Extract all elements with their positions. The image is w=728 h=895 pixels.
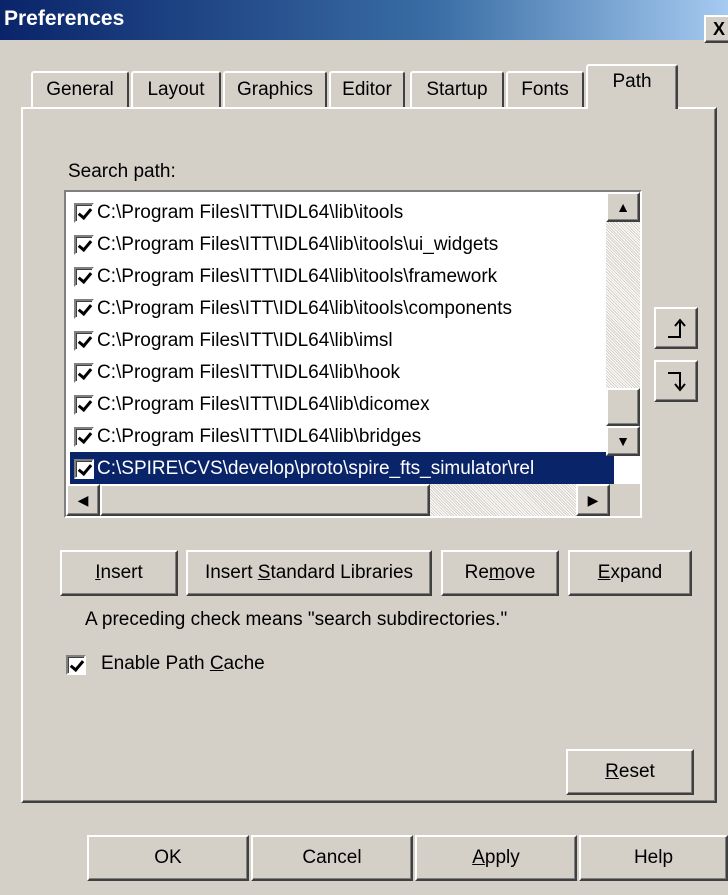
subdir-checkbox[interactable] — [74, 458, 94, 479]
path-list-item[interactable]: C:\Program Files\ITT\IDL64\lib\itools — [74, 196, 614, 229]
path-text: C:\Program Files\ITT\IDL64\lib\itools\ui… — [97, 233, 499, 255]
triangle-right-icon: ▶ — [587, 492, 599, 508]
button-label: Help — [633, 847, 674, 868]
subdir-checkbox[interactable] — [74, 394, 94, 415]
subdir-checkbox[interactable] — [74, 266, 94, 287]
close-button[interactable]: X — [704, 15, 728, 43]
subdir-checkbox[interactable] — [74, 298, 94, 319]
button-label: Expand — [597, 562, 663, 583]
tab-graphics[interactable]: Graphics — [223, 71, 327, 107]
tab-label: Editor — [342, 79, 392, 100]
path-text: C:\Program Files\ITT\IDL64\lib\hook — [97, 361, 401, 383]
apply-button[interactable]: Apply — [415, 835, 577, 881]
path-text: C:\Program Files\ITT\IDL64\lib\imsl — [97, 329, 393, 351]
tab-label: Layout — [147, 79, 205, 100]
tab-startup[interactable]: Startup — [410, 71, 504, 107]
scroll-up-button[interactable]: ▲ — [606, 192, 640, 222]
scrollbar-corner — [610, 484, 640, 516]
button-label: Insert — [95, 562, 143, 583]
tab-editor[interactable]: Editor — [329, 71, 405, 107]
insert-standard-libraries-button[interactable]: Insert Standard Libraries — [186, 550, 432, 596]
path-list-item[interactable]: C:\Program Files\ITT\IDL64\lib\imsl — [74, 324, 614, 357]
button-label: Remove — [464, 562, 536, 583]
tab-label: General — [46, 79, 114, 100]
cancel-button[interactable]: Cancel — [251, 835, 413, 881]
triangle-up-icon: ▲ — [616, 199, 630, 215]
expand-button[interactable]: Expand — [568, 550, 692, 596]
tab-label: Graphics — [236, 79, 314, 100]
help-button[interactable]: Help — [579, 835, 728, 881]
subdir-checkbox[interactable] — [74, 330, 94, 351]
path-list-item[interactable]: C:\Program Files\ITT\IDL64\lib\itools\ui… — [74, 228, 614, 261]
scroll-right-button[interactable]: ▶ — [576, 484, 610, 516]
subdir-checkbox[interactable] — [74, 234, 94, 255]
move-up-icon — [668, 318, 686, 338]
path-text: C:\SPIRE\CVS\develop\proto\spire_fts_sim… — [97, 457, 535, 479]
ok-button[interactable]: OK — [87, 835, 249, 881]
tab-fonts[interactable]: Fonts — [506, 71, 584, 107]
vertical-scrollbar[interactable]: ▲ ▼ — [606, 192, 640, 456]
subdirectory-hint-text: A preceding check means "search subdirec… — [85, 609, 508, 630]
tab-label: Startup — [426, 79, 488, 100]
remove-button[interactable]: Remove — [441, 550, 559, 596]
move-down-button[interactable] — [654, 360, 698, 402]
subdir-checkbox[interactable] — [74, 362, 94, 383]
button-label: Apply — [472, 847, 520, 868]
path-list-item[interactable]: C:\Program Files\ITT\IDL64\lib\itools\co… — [74, 292, 614, 325]
tab-label: Path — [612, 70, 652, 92]
title-bar: Preferences X — [0, 0, 728, 43]
enable-path-cache-label: Enable Path Cache — [101, 653, 265, 674]
button-label: Cancel — [302, 847, 362, 868]
horizontal-scrollbar[interactable]: ◀ ▶ — [66, 484, 610, 516]
path-list-item-selected[interactable]: C:\SPIRE\CVS\develop\proto\spire_fts_sim… — [70, 452, 614, 485]
close-icon: X — [712, 19, 725, 39]
search-path-list[interactable]: C:\Program Files\ITT\IDL64\lib\itools C:… — [64, 190, 642, 518]
path-list-item[interactable]: C:\Program Files\ITT\IDL64\lib\bridges — [74, 420, 614, 453]
path-text: C:\Program Files\ITT\IDL64\lib\dicomex — [97, 393, 430, 415]
scroll-down-button[interactable]: ▼ — [606, 426, 640, 456]
button-label: Reset — [605, 761, 655, 782]
path-text: C:\Program Files\ITT\IDL64\lib\itools\fr… — [97, 265, 498, 287]
path-text: C:\Program Files\ITT\IDL64\lib\itools\co… — [97, 297, 512, 319]
reset-button[interactable]: Reset — [566, 749, 694, 795]
insert-button[interactable]: Insert — [60, 550, 178, 596]
search-path-label: Search path: — [68, 161, 176, 182]
path-text: C:\Program Files\ITT\IDL64\lib\itools — [97, 201, 404, 223]
move-down-icon — [668, 372, 686, 392]
subdir-checkbox[interactable] — [74, 202, 94, 223]
window-title: Preferences — [4, 7, 125, 30]
tab-general[interactable]: General — [31, 71, 129, 107]
horizontal-scroll-thumb[interactable] — [100, 484, 430, 516]
path-text: C:\Program Files\ITT\IDL64\lib\bridges — [97, 425, 422, 447]
path-list-item[interactable]: C:\Program Files\ITT\IDL64\lib\itools\fr… — [74, 260, 614, 293]
enable-path-cache-checkbox[interactable] — [66, 655, 86, 675]
path-list-item[interactable]: C:\Program Files\ITT\IDL64\lib\hook — [74, 356, 614, 389]
button-label: Insert Standard Libraries — [204, 562, 414, 583]
tab-path[interactable]: Path — [586, 64, 678, 109]
tab-layout[interactable]: Layout — [131, 71, 221, 107]
scroll-left-button[interactable]: ◀ — [66, 484, 100, 516]
triangle-left-icon: ◀ — [77, 492, 89, 508]
vertical-scroll-thumb[interactable] — [606, 388, 640, 426]
tab-label: Fonts — [521, 79, 569, 100]
path-list-item[interactable]: C:\Program Files\ITT\IDL64\lib\dicomex — [74, 388, 614, 421]
button-label: OK — [154, 847, 182, 868]
triangle-down-icon: ▼ — [616, 433, 630, 449]
move-up-button[interactable] — [654, 307, 698, 349]
subdir-checkbox[interactable] — [74, 426, 94, 447]
